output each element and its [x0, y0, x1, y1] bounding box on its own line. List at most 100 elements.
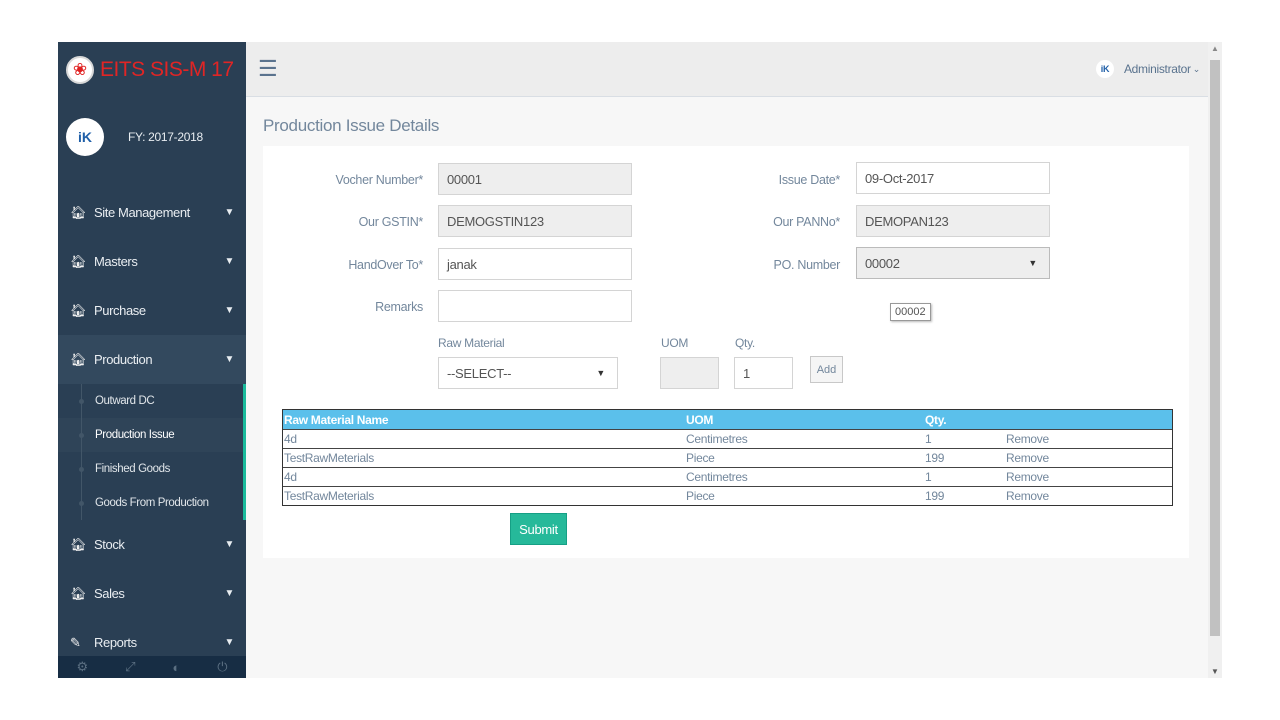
user-menu[interactable]: iK Administrator ⌄ — [1095, 60, 1201, 78]
uom-field[interactable] — [660, 357, 719, 389]
cell-raw-material: TestRawMeterials — [284, 451, 374, 465]
sidebar-item-label: Masters — [94, 254, 138, 269]
column-header: Qty. — [925, 412, 947, 427]
sidebar-item-label: Site Management — [94, 205, 190, 220]
po-number-select[interactable]: 00002 ▼ — [856, 247, 1050, 279]
fy-label: FY: 2017-2018 — [128, 130, 203, 144]
chevron-down-icon: ▼ — [224, 637, 235, 648]
chevron-down-icon: ▼ — [224, 305, 235, 316]
cell-qty: 1 — [925, 432, 932, 446]
caret-down-icon: ▼ — [596, 368, 605, 378]
raw-material-table: Raw Material Name UOM Qty. 4d Centimetre… — [282, 409, 1173, 506]
app-title: EITS SIS-M 17 — [100, 58, 234, 81]
chevron-down-icon: ▼ — [224, 207, 235, 218]
scroll-up-icon[interactable]: ▲ — [1211, 44, 1219, 53]
scrollbar-thumb[interactable] — [1210, 60, 1220, 636]
uom-label: UOM — [661, 336, 689, 350]
edit-icon: ✎ — [70, 634, 81, 650]
settings-icon[interactable]: ⚙ — [76, 659, 88, 675]
brand[interactable]: ❀ EITS SIS-M 17 — [58, 42, 246, 98]
home-icon: 🏠︎ — [70, 351, 87, 367]
chevron-down-icon: ▼ — [224, 588, 235, 599]
remove-link[interactable]: Remove — [1006, 470, 1126, 484]
page-title: Production Issue Details — [263, 116, 440, 135]
form-panel: Vocher Number* 00001 Issue Date* 09-Oct-… — [263, 146, 1189, 558]
handover-label: HandOver To* — [348, 258, 423, 272]
cell-raw-material: TestRawMeterials — [284, 489, 374, 503]
handover-value: janak — [447, 256, 477, 272]
raw-material-label: Raw Material — [438, 336, 505, 350]
table-header: Raw Material Name UOM Qty. — [283, 410, 1172, 429]
remove-link[interactable]: Remove — [1006, 432, 1126, 446]
submenu-item-production-issue[interactable]: Production Issue — [58, 418, 243, 452]
column-header: UOM — [686, 412, 714, 427]
sidebar-item-label: Production — [94, 352, 153, 367]
chevron-down-icon: ⌄ — [1192, 63, 1201, 74]
app-window: ❀ EITS SIS-M 17 iK FY: 2017-2018 🏠︎ Site… — [58, 42, 1222, 678]
voucher-label: Vocher Number* — [335, 173, 423, 187]
vertical-scrollbar[interactable]: ▲ ▼ — [1208, 42, 1222, 678]
cell-raw-material: 4d — [284, 432, 297, 446]
qty-label: Qty. — [735, 336, 755, 350]
cell-uom: Piece — [686, 489, 715, 503]
column-header: Raw Material Name — [284, 412, 389, 427]
sidebar-footer: ⚙ ⤢ ◐ ⏻ — [58, 656, 246, 678]
sidebar-item-stock[interactable]: 🏠︎ Stock ▼ — [58, 520, 246, 569]
home-icon: 🏠︎ — [70, 536, 87, 552]
gstin-value: DEMOGSTIN123 — [447, 213, 544, 229]
sidebar-item-sales[interactable]: 🏠︎ Sales ▼ — [58, 569, 246, 618]
cell-uom: Centimetres — [686, 432, 748, 446]
remove-link[interactable]: Remove — [1006, 489, 1126, 503]
issue-date-value: 09-Oct-2017 — [865, 170, 934, 186]
gstin-label: Our GSTIN* — [358, 215, 424, 229]
user-avatar: iK — [1095, 60, 1114, 78]
submit-button[interactable]: Submit — [510, 513, 567, 545]
sidebar-nav: 🏠︎ Site Management ▼ 🏠︎ Masters ▼ 🏠︎ Pur… — [58, 188, 246, 667]
fy-block: iK FY: 2017-2018 — [66, 118, 203, 156]
remarks-label: Remarks — [375, 300, 423, 314]
qty-value: 1 — [743, 365, 750, 381]
gstin-field[interactable]: DEMOGSTIN123 — [438, 205, 632, 237]
sidebar-item-label: Reports — [94, 635, 137, 650]
handover-field[interactable]: janak — [438, 248, 632, 280]
cell-raw-material: 4d — [284, 470, 297, 484]
power-icon[interactable]: ⏻ — [217, 659, 227, 675]
issue-date-field[interactable]: 09-Oct-2017 — [856, 162, 1050, 194]
voucher-number-value: 00001 — [447, 171, 482, 187]
submenu-item-goods-from-production[interactable]: Goods From Production — [58, 486, 243, 520]
home-icon: 🏠︎ — [70, 253, 87, 269]
remarks-field[interactable] — [438, 290, 632, 322]
pan-value: DEMOPAN123 — [865, 213, 949, 229]
table-row: TestRawMeterials Piece 199 Remove — [283, 448, 1172, 467]
fullscreen-icon[interactable]: ⤢ — [125, 659, 135, 675]
sidebar-item-label: Purchase — [94, 303, 146, 318]
add-button[interactable]: Add — [810, 356, 843, 383]
remove-link[interactable]: Remove — [1006, 451, 1126, 465]
table-row: 4d Centimetres 1 Remove — [283, 467, 1172, 486]
raw-material-select[interactable]: --SELECT-- ▼ — [438, 357, 618, 389]
table-row: TestRawMeterials Piece 199 Remove — [283, 486, 1172, 505]
scroll-down-icon[interactable]: ▼ — [1211, 667, 1219, 676]
issue-date-label: Issue Date* — [778, 173, 841, 187]
sidebar-item-purchase[interactable]: 🏠︎ Purchase ▼ — [58, 286, 246, 335]
pan-label: Our PANNo* — [773, 215, 840, 229]
caret-down-icon: ▼ — [1028, 258, 1037, 268]
submenu-item-finished-goods[interactable]: Finished Goods — [58, 452, 243, 486]
menu-toggle-icon[interactable]: ☰ — [258, 56, 278, 82]
submenu-item-outward-dc[interactable]: Outward DC — [58, 384, 243, 418]
chevron-down-icon: ▼ — [224, 354, 235, 365]
lock-icon[interactable]: ◐ — [172, 660, 180, 675]
top-bar: ☰ iK Administrator ⌄ — [246, 42, 1208, 97]
home-icon: 🏠︎ — [70, 585, 87, 601]
qty-field[interactable]: 1 — [734, 357, 793, 389]
cell-qty: 1 — [925, 470, 932, 484]
po-tooltip: 00002 — [890, 303, 931, 321]
voucher-number-field[interactable]: 00001 — [438, 163, 632, 195]
po-number-value: 00002 — [865, 255, 900, 271]
chevron-down-icon: ▼ — [224, 256, 235, 267]
pan-field[interactable]: DEMOPAN123 — [856, 205, 1050, 237]
sidebar-item-masters[interactable]: 🏠︎ Masters ▼ — [58, 237, 246, 286]
cell-qty: 199 — [925, 451, 945, 465]
sidebar-item-site-management[interactable]: 🏠︎ Site Management ▼ — [58, 188, 246, 237]
sidebar-item-production[interactable]: 🏠︎ Production ▼ — [58, 335, 246, 384]
